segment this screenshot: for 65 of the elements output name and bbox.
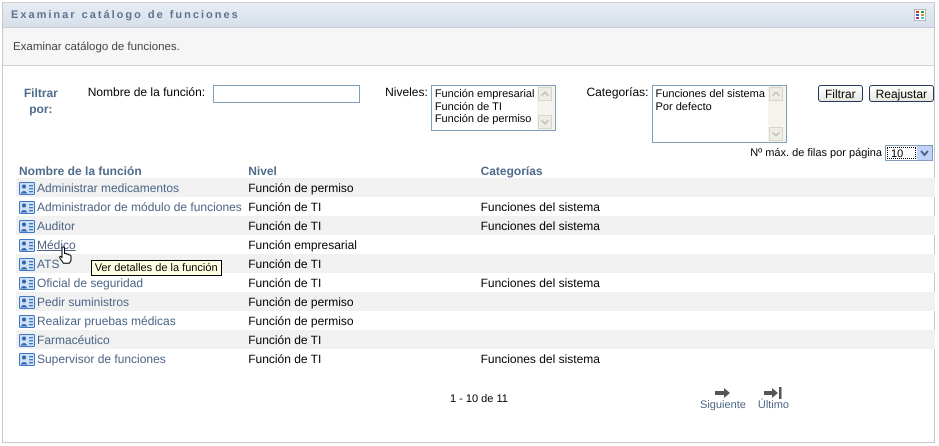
role-link[interactable]: ATS [37,256,60,272]
level-cell: Función de TI [248,352,322,366]
description: Examinar catálogo de funciones. [13,40,180,52]
role-link[interactable]: Administrador de módulo de funciones [37,198,242,214]
role-card-icon [19,200,35,214]
role-link[interactable]: Supervisor de funciones [37,350,166,366]
scrollbar[interactable] [537,86,556,130]
list-option[interactable]: Función empresarial [434,88,534,100]
scrollbar[interactable] [768,86,786,142]
level-cell: Función de permiso [248,294,354,308]
list-option[interactable]: Función de TI [434,100,502,113]
role-card-icon [19,352,35,366]
next-page-link[interactable]: Siguiente [700,387,746,411]
role-card-icon [19,220,35,232]
grid-icon[interactable] [914,9,926,21]
level-cell: Función de TI [248,218,322,232]
levels-listbox[interactable]: Función empresarial Función de TI Función de permiso [430,85,556,131]
right-arrow-icon [714,387,732,399]
level-cell: Función empresarial [248,238,357,252]
category-cell: Funciones del sistema [480,218,600,232]
scroll-down-icon[interactable] [538,115,552,129]
level-cell: Función de TI [248,256,322,270]
page-range: 1 - 10 de 11 [450,393,509,405]
scroll-up-icon[interactable] [768,87,783,101]
field-label: Categorías: [586,85,649,99]
last-page-link[interactable]: Último [758,387,790,411]
level-cell: Función de TI [248,332,322,346]
field-label: Nombre de la función: [88,85,206,99]
role-card-icon [19,238,35,252]
name-field[interactable] [213,85,360,103]
role-link[interactable]: Auditor [37,218,76,234]
role-link[interactable]: Oficial de seguridad [37,274,144,290]
list-option[interactable]: Por defecto [656,100,712,113]
column-header: Nivel [248,164,277,178]
rows-per-page-label: Nº máx. de filas por página [750,147,882,159]
level-cell: Función de permiso [248,180,354,194]
role-link[interactable]: Médico [37,236,76,252]
role-card-icon [19,296,35,308]
arrow-to-bar-icon [764,387,782,399]
level-cell: Función de TI [248,276,322,290]
categories-listbox[interactable]: Funciones del sistema Por defecto [652,85,787,143]
filter-heading: Filtrar por: [22,85,59,117]
list-option[interactable]: Funciones del sistema [656,88,765,100]
rows-per-page-select[interactable]: 10 [885,145,933,161]
column-header: Categorías [480,164,543,178]
category-cell: Funciones del sistema [480,200,600,214]
role-card-icon [19,276,35,290]
window-title: Examinar catálogo de funciones [11,9,240,21]
role-link[interactable]: Realizar pruebas médicas [37,312,176,328]
role-card-icon [19,314,35,328]
category-cell: Funciones del sistema [480,276,600,290]
role-card-icon [19,182,35,194]
scroll-down-icon[interactable] [768,127,783,141]
scroll-up-icon[interactable] [538,87,552,101]
category-cell: Funciones del sistema [480,352,600,366]
role-card-icon [19,334,35,346]
level-cell: Función de TI [248,200,322,214]
tooltip: Ver detalles de la función [90,260,222,276]
level-cell: Función de permiso [248,314,354,328]
role-card-icon [19,258,35,270]
reset-button[interactable]: Reajustar [868,85,934,102]
column-header: Nombre de la función [19,164,142,178]
list-option[interactable]: Función de permiso [434,113,532,126]
filter-button[interactable]: Filtrar [818,85,863,102]
field-label: Niveles: [385,85,428,99]
